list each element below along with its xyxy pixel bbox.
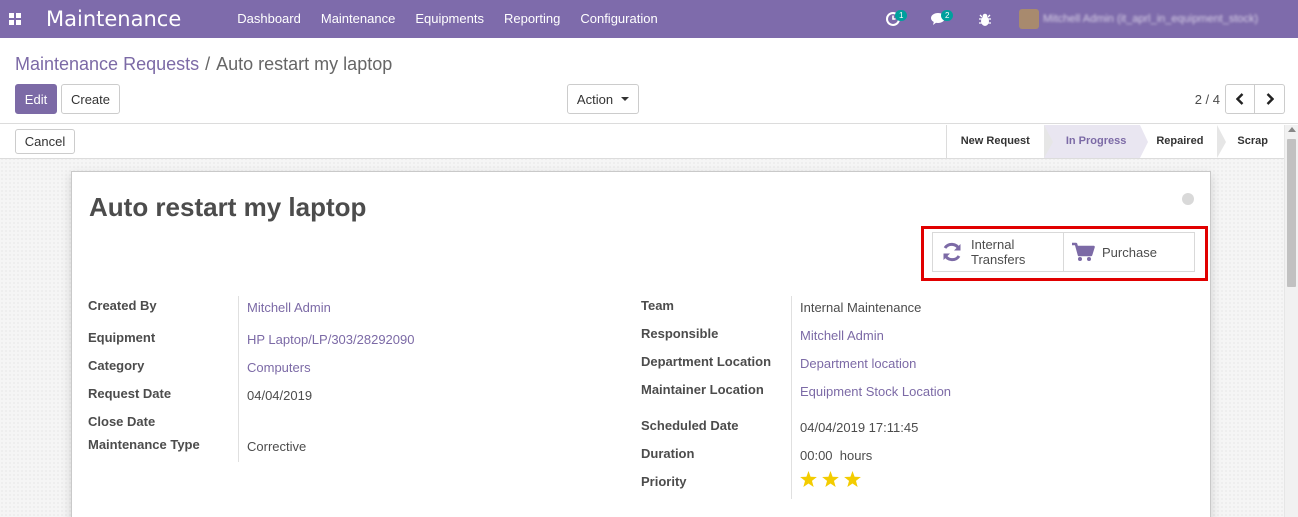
control-panel: Maintenance Requests / Auto restart my lap… [0,38,1298,124]
created-by-value[interactable]: Mitchell Admin [247,300,331,315]
form-statusbar: Cancel New Request In Progress Repaired … [0,125,1284,159]
pager-value: 2 / 4 [1194,92,1220,107]
form-sheet: Auto restart my laptop Internal Transfer… [71,171,1211,517]
chevron-left-icon [1236,93,1244,105]
category-value[interactable]: Computers [247,360,311,375]
chat-icon[interactable]: 2 [927,0,954,38]
stage-in-progress[interactable]: In Progress [1043,125,1148,158]
stage-new-request[interactable]: New Request [947,125,1053,158]
priority-label: Priority [641,474,687,489]
action-dropdown[interactable]: Action [567,84,639,114]
star-icon[interactable] [800,471,817,487]
responsible-label: Responsible [641,326,719,341]
department-location-value[interactable]: Department location [800,356,916,371]
vertical-scrollbar[interactable] [1284,125,1298,517]
equipment-label: Equipment [88,330,156,345]
stage-label: In Progress [1065,135,1127,147]
cancel-button[interactable]: Cancel [15,129,75,154]
stage-repaired[interactable]: Repaired [1140,125,1227,158]
purchase-label: Purchase [1102,244,1157,260]
category-label: Category [88,358,145,373]
create-button[interactable]: Create [61,84,120,114]
refresh-icon [933,241,971,263]
bug-icon[interactable] [973,0,997,38]
stage-label: Repaired [1156,135,1204,147]
pager-next-button[interactable] [1255,84,1285,114]
app-brand[interactable]: Maintenance [46,7,181,31]
form-view: Cancel New Request In Progress Repaired … [0,125,1298,517]
scroll-up-arrow-icon[interactable] [1288,127,1296,132]
breadcrumb: Maintenance Requests / Auto restart my lap… [15,54,392,75]
request-date-label: Request Date [88,386,172,401]
scheduled-date-label: Scheduled Date [641,418,739,433]
department-location-label: Department Location [641,354,772,369]
star-icon[interactable] [844,471,861,487]
systray: 1 2 Mitchell Admin (it_aprl_in_equipment… [881,0,1298,38]
purchase-button[interactable]: Purchase [1063,232,1195,272]
top-navbar: Maintenance Dashboard Maintenance Equipm… [0,0,1298,38]
breadcrumb-parent-link[interactable]: Maintenance Requests [15,54,199,74]
cart-icon [1064,242,1102,262]
maintainer-location-value[interactable]: Equipment Stock Location [800,384,951,399]
internal-transfers-label-2: Transfers [971,252,1026,267]
star-icon[interactable] [822,471,839,487]
chevron-right-icon [1266,93,1274,105]
user-menu[interactable]: Mitchell Admin (it_aprl_in_equipment_sto… [1019,9,1288,29]
field-divider [238,296,239,462]
activity-clock-icon[interactable]: 1 [881,0,908,38]
menu-equipments[interactable]: Equipments [405,0,494,38]
team-label: Team [641,298,674,313]
apps-menu-icon[interactable] [0,0,30,38]
maintenance-type-label: Maintenance Type [88,437,200,452]
menu-configuration[interactable]: Configuration [570,0,667,38]
maintenance-type-value[interactable]: Corrective [247,439,306,454]
stage-label: Scrap [1237,135,1268,147]
main-menu: Dashboard Maintenance Equipments Reporti… [227,0,667,38]
menu-maintenance[interactable]: Maintenance [311,0,405,38]
kanban-state-icon[interactable] [1182,193,1194,205]
created-by-label: Created By [88,298,157,313]
action-label: Action [576,91,614,107]
activity-count-badge: 1 [895,10,908,21]
caret-down-icon [621,97,630,101]
menu-reporting[interactable]: Reporting [494,0,570,38]
request-date-value[interactable]: 04/04/2019 [247,388,312,403]
field-divider [791,296,792,499]
close-date-label: Close Date [88,414,156,429]
duration-label: Duration [641,446,695,461]
menu-dashboard[interactable]: Dashboard [227,0,311,38]
internal-transfers-button[interactable]: Internal Transfers [932,232,1064,272]
stage-label: New Request [960,135,1030,147]
avatar [1019,9,1039,29]
breadcrumb-separator: / [205,54,211,74]
priority-stars [800,471,861,487]
user-name: Mitchell Admin (it_aprl_in_equipment_sto… [1043,13,1259,25]
pager-previous-button[interactable] [1225,84,1255,114]
record-title: Auto restart my laptop [89,192,367,222]
stage-scrap[interactable]: Scrap [1217,125,1284,158]
duration-value[interactable]: 00:00 hours [800,448,872,463]
internal-transfers-label-1: Internal [971,237,1015,252]
maintainer-location-label: Maintainer Location [641,382,764,397]
stage-pipeline: New Request In Progress Repaired Scrap [945,125,1284,158]
edit-button[interactable]: Edit [15,84,57,114]
scheduled-date-value[interactable]: 04/04/2019 17:11:45 [800,420,918,435]
equipment-value[interactable]: HP Laptop/LP/303/28292090 [247,332,414,347]
scrollbar-thumb[interactable] [1287,139,1296,287]
team-value[interactable]: Internal Maintenance [800,300,921,315]
responsible-value[interactable]: Mitchell Admin [800,328,884,343]
message-count-badge: 2 [941,10,954,21]
breadcrumb-current: Auto restart my laptop [216,54,393,74]
